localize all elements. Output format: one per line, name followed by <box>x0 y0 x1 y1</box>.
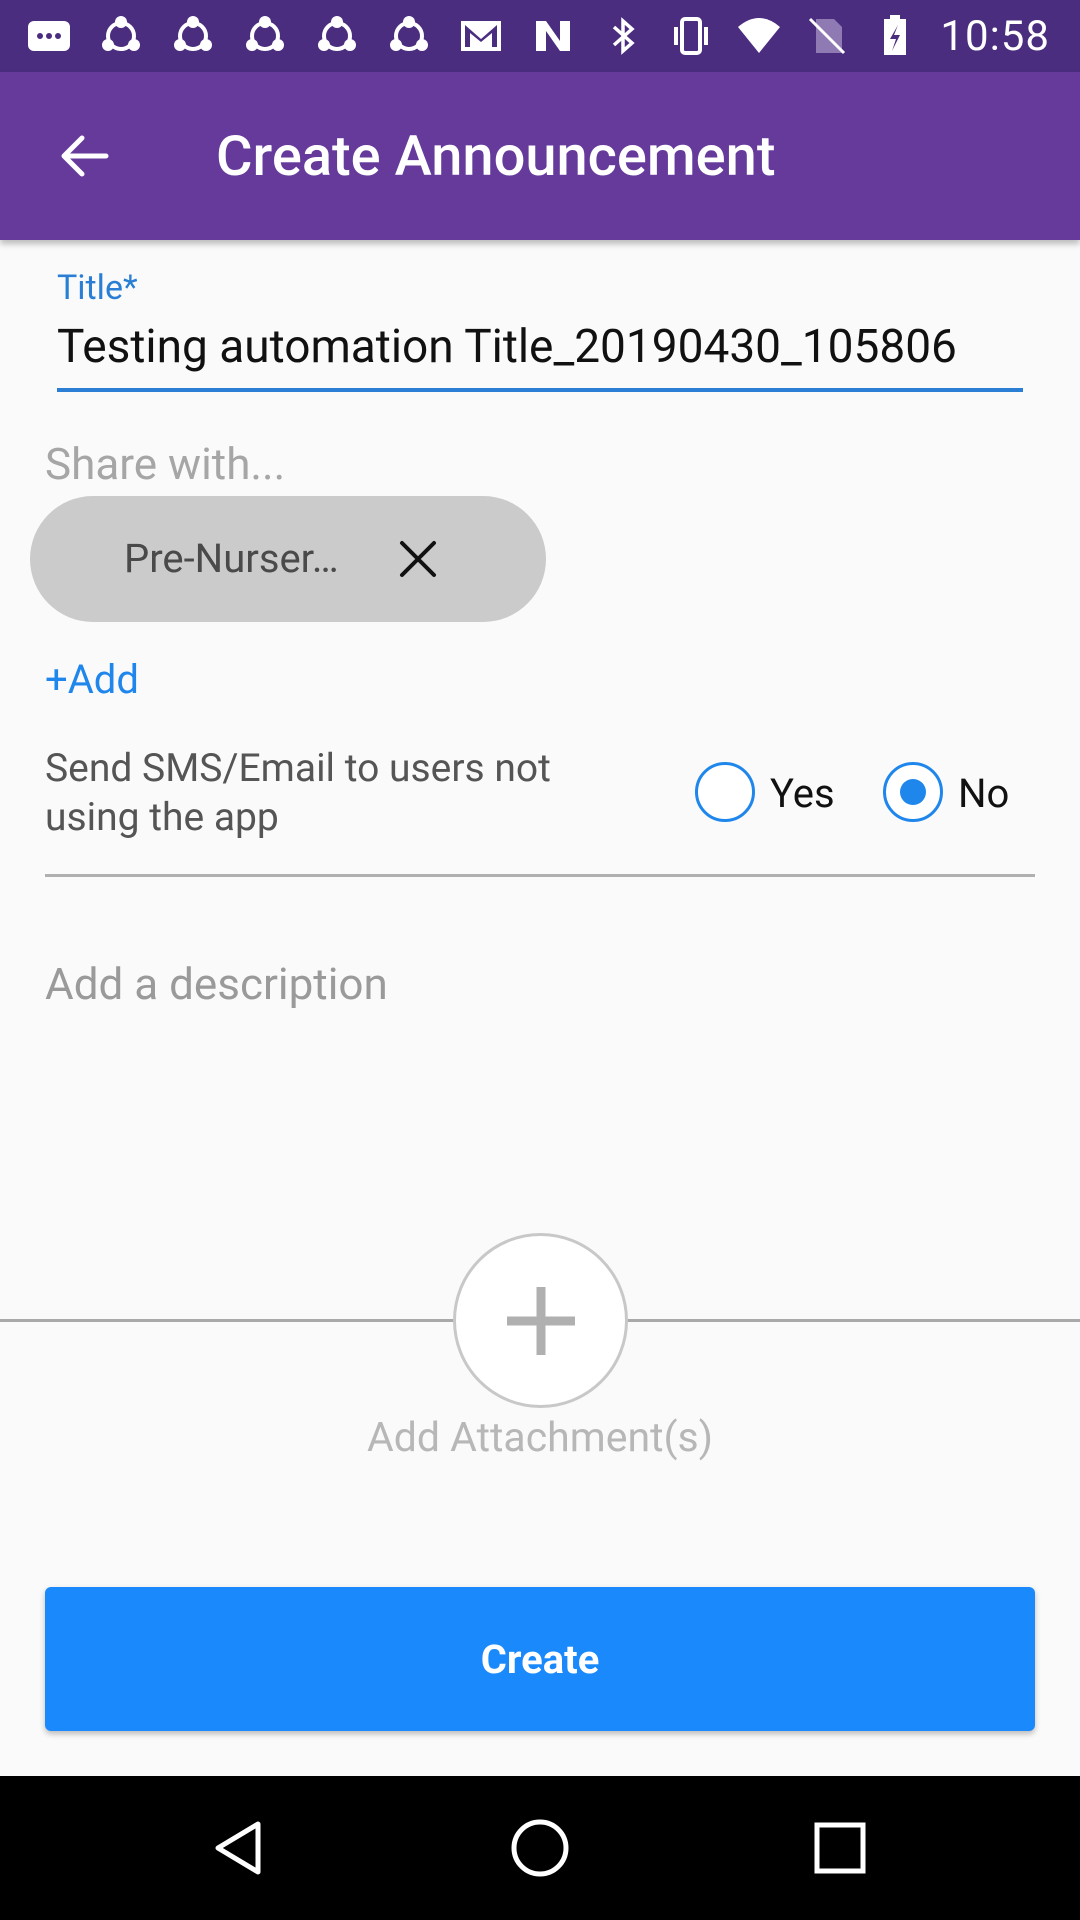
add-attachment-label: Add Attachment(s) <box>367 1414 713 1462</box>
sms-no-label[interactable]: No <box>958 770 1009 817</box>
status-time: 10:58 <box>940 11 1050 61</box>
title-input[interactable]: Testing automation Title_20190430_105806 <box>57 320 1023 374</box>
back-button[interactable] <box>50 122 118 190</box>
nav-recents-icon[interactable] <box>800 1808 880 1888</box>
page-title: Create Announcement <box>216 123 776 189</box>
sms-yes-label[interactable]: Yes <box>770 770 835 817</box>
status-bar: 10:58 <box>0 0 1080 72</box>
status-bar-notifications <box>26 0 576 72</box>
title-input-underline <box>57 388 1023 392</box>
navigation-bar <box>0 1776 1080 1920</box>
share-icon <box>390 16 428 51</box>
message-icon <box>28 21 70 51</box>
add-attachment-button[interactable] <box>453 1233 628 1408</box>
status-bar-system: 10:58 <box>600 0 1050 72</box>
nav-home-icon[interactable] <box>500 1808 580 1888</box>
share-icon <box>318 16 356 51</box>
app-bar: Create Announcement <box>0 72 1080 240</box>
n-icon <box>536 21 570 51</box>
divider <box>45 874 1035 877</box>
create-button[interactable]: Create <box>45 1587 1035 1731</box>
nav-back-icon[interactable] <box>200 1808 280 1888</box>
gmail-icon <box>461 21 501 51</box>
no-sim-icon <box>809 17 846 55</box>
title-label: Title* <box>57 268 138 308</box>
description-input[interactable]: Add a description <box>45 958 388 1010</box>
wifi-icon <box>738 18 781 53</box>
bluetooth-icon <box>613 17 636 55</box>
recipient-chip[interactable]: Pre-Nurser… <box>30 496 546 622</box>
sms-yes-radio[interactable] <box>695 762 755 822</box>
sms-email-label: Send SMS/Email to users not using the ap… <box>45 745 551 840</box>
share-icon <box>102 16 140 51</box>
plus-icon <box>506 1286 575 1355</box>
vibrate-icon <box>674 17 709 55</box>
close-icon[interactable] <box>388 529 448 589</box>
add-recipient-link[interactable]: +Add <box>45 656 139 703</box>
battery-icon <box>884 15 907 55</box>
sms-no-radio[interactable] <box>883 762 943 822</box>
arrow-back-icon <box>61 135 109 177</box>
share-icon <box>174 16 212 51</box>
share-with-input[interactable]: Share with... <box>45 438 285 490</box>
share-icon <box>246 16 284 51</box>
recipient-chip-label: Pre-Nurser… <box>124 535 339 582</box>
